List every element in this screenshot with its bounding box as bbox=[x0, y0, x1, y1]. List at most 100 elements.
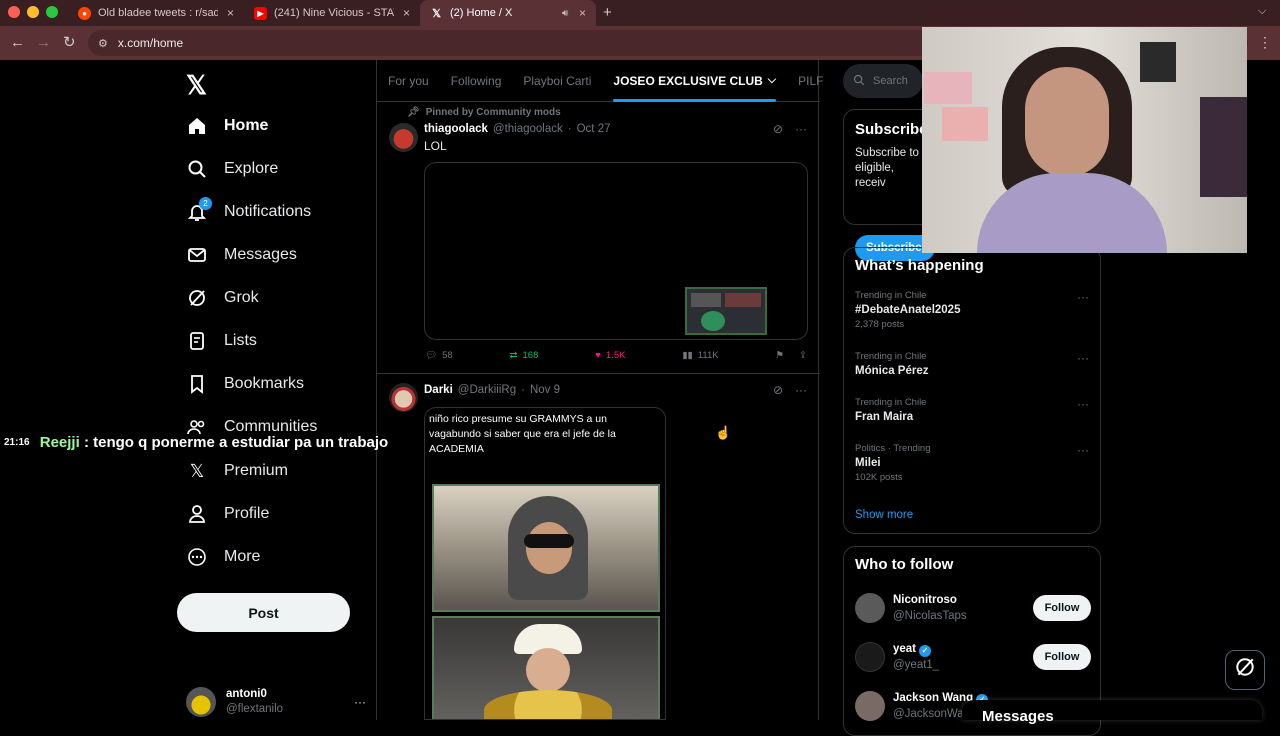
whats-happening-title: What’s happening bbox=[855, 257, 984, 274]
follow-button[interactable]: Follow bbox=[1033, 595, 1091, 621]
more-circle-icon bbox=[186, 546, 208, 568]
nav-label: Grok bbox=[224, 289, 259, 306]
account-switcher[interactable]: antoni0 @flextanilo ··· bbox=[186, 687, 366, 717]
trend-item[interactable]: Trending in Chile #DebateAnatel2025 2,37… bbox=[855, 290, 1091, 330]
nav-label: Home bbox=[224, 117, 269, 134]
more-icon[interactable]: ··· bbox=[795, 122, 807, 136]
post-button[interactable]: Post bbox=[177, 593, 350, 632]
nav-profile[interactable]: Profile bbox=[186, 503, 269, 525]
more-icon[interactable]: ··· bbox=[1077, 443, 1089, 457]
nav-messages[interactable]: Messages bbox=[186, 244, 297, 266]
grok-icon[interactable]: ⊘ bbox=[773, 383, 783, 397]
back-arrow-icon[interactable]: ← bbox=[10, 34, 25, 52]
webcam-overlay bbox=[922, 27, 1247, 253]
tab-pilf[interactable]: PILF bbox=[787, 60, 834, 101]
new-tab-button[interactable]: + bbox=[603, 4, 612, 21]
more-icon[interactable]: ··· bbox=[1077, 290, 1089, 304]
like-count: 1.5K bbox=[605, 350, 626, 361]
nav-bookmarks[interactable]: Bookmarks bbox=[186, 373, 304, 395]
grok-icon[interactable]: ⊘ bbox=[773, 122, 783, 136]
more-icon[interactable]: ··· bbox=[795, 383, 807, 397]
tab-joseo-exclusive-club[interactable]: JOSEO EXCLUSIVE CLUB ⌵ bbox=[602, 60, 787, 102]
nav-premium[interactable]: 𝕏 Premium bbox=[186, 460, 288, 482]
tweet-image[interactable]: niño rico presume su GRAMMYS a un vagabu… bbox=[424, 407, 666, 720]
show-more-link[interactable]: Show more bbox=[855, 509, 913, 521]
trend-item[interactable]: Politics · Trending Milei 102K posts ··· bbox=[855, 443, 1091, 483]
bookmark-icon bbox=[186, 373, 208, 395]
close-window-button[interactable] bbox=[8, 6, 20, 18]
search-icon bbox=[186, 158, 208, 180]
nav-home[interactable]: Home bbox=[186, 115, 268, 137]
forward-arrow-icon[interactable]: → bbox=[36, 34, 51, 52]
pin-icon: 📌︎ bbox=[407, 107, 420, 118]
tweet-video[interactable] bbox=[424, 162, 808, 340]
tweet-author-handle[interactable]: @DarkiiiRg bbox=[458, 384, 516, 396]
tab-title: (2) Home / X bbox=[450, 7, 513, 19]
follow-suggestion[interactable]: Niconitroso @NicolasTaps Follow bbox=[855, 592, 1091, 624]
more-icon[interactable]: ··· bbox=[1077, 397, 1089, 411]
reply-button[interactable]: 💬︎ 58 bbox=[425, 350, 453, 361]
nav-label: Premium bbox=[224, 462, 289, 479]
trend-title: Milei bbox=[855, 457, 881, 469]
avatar[interactable] bbox=[389, 383, 418, 412]
more-icon[interactable]: ··· bbox=[1077, 351, 1089, 365]
tweet-date[interactable]: Nov 9 bbox=[530, 384, 560, 396]
chat-timestamp: 21:16 bbox=[4, 437, 30, 448]
account-more-icon[interactable]: ··· bbox=[354, 695, 366, 709]
close-tab-icon[interactable]: × bbox=[403, 6, 410, 20]
close-tab-icon[interactable]: × bbox=[227, 6, 234, 20]
browser-tab-reddit[interactable]: ● Old bladee tweets : r/sadboy × bbox=[68, 0, 244, 26]
browser-menu-icon[interactable]: ⋮ bbox=[1258, 34, 1272, 51]
follow-suggestion[interactable]: yeat ✓ @yeat1_ Follow bbox=[855, 641, 1091, 673]
views-button[interactable]: ▮▮ 111K bbox=[682, 350, 718, 361]
browser-tab-youtube[interactable]: ▶ (241) Nine Vicious - STATEME × bbox=[244, 0, 420, 26]
trend-title: #DebateAnatel2025 bbox=[855, 304, 961, 316]
grok-fab-button[interactable] bbox=[1225, 650, 1265, 690]
maximize-window-button[interactable] bbox=[46, 6, 58, 18]
trend-item[interactable]: Trending in Chile Fran Maira ··· bbox=[855, 397, 1091, 423]
grok-icon bbox=[186, 287, 208, 309]
follow-button[interactable]: Follow bbox=[1033, 644, 1091, 670]
trend-count: 2,378 posts bbox=[855, 319, 905, 330]
nav-explore[interactable]: Explore bbox=[186, 158, 278, 180]
site-settings-icon[interactable]: ⚙ bbox=[98, 37, 108, 50]
retweet-button[interactable]: ⇄ 168 bbox=[510, 350, 539, 361]
suggestion-name: yeat bbox=[893, 643, 917, 655]
close-tab-icon[interactable]: × bbox=[579, 6, 586, 20]
browser-tab-bar: ● Old bladee tweets : r/sadboy × ▶ (241)… bbox=[0, 0, 1280, 26]
avatar[interactable] bbox=[389, 123, 418, 152]
bookmark-icon[interactable]: ⚑ bbox=[775, 350, 784, 361]
tab-following[interactable]: Following bbox=[440, 60, 513, 101]
tweet[interactable]: Darki @DarkiiiRg · Nov 9 ⊘ ··· niño rico… bbox=[377, 374, 820, 720]
tab-list-chevron-icon[interactable]: ⌵ bbox=[1258, 5, 1266, 18]
browser-tab-x-home[interactable]: 𝕏 (2) Home / X 🔊︎ × bbox=[420, 0, 596, 26]
nav-more[interactable]: More bbox=[186, 546, 260, 568]
dot-separator: · bbox=[521, 384, 525, 396]
trend-context: Trending in Chile bbox=[855, 397, 927, 408]
chevron-down-icon[interactable]: ⌵ bbox=[768, 74, 776, 87]
tweet-author-name[interactable]: thiagoolack bbox=[424, 123, 488, 135]
tab-playboi-carti[interactable]: Playboi Carti bbox=[512, 60, 602, 101]
search-placeholder: Search bbox=[873, 75, 908, 87]
nav-lists[interactable]: Lists bbox=[186, 330, 257, 352]
tab-for-you[interactable]: For you bbox=[377, 60, 440, 101]
tweet-author-handle[interactable]: @thiagoolack bbox=[493, 123, 563, 135]
messages-drawer[interactable]: Messages bbox=[962, 700, 1262, 725]
minimize-window-button[interactable] bbox=[27, 6, 39, 18]
reload-icon[interactable]: ↻ bbox=[63, 34, 76, 52]
like-button[interactable]: ♥ 1.5K bbox=[595, 350, 625, 361]
nav-notifications[interactable]: 2 Notifications bbox=[186, 197, 311, 223]
tweet-actions: 💬︎ 58 ⇄ 168 ♥ 1.5K ▮▮ 111K ⚑ ⇪ bbox=[425, 350, 807, 361]
x-logo-icon[interactable]: 𝕏 bbox=[186, 70, 207, 101]
main-timeline: For you Following Playboi Carti JOSEO EX… bbox=[376, 60, 823, 720]
tweet-date[interactable]: Oct 27 bbox=[577, 123, 611, 135]
trend-item[interactable]: Trending in Chile Mónica Pérez ··· bbox=[855, 351, 1091, 377]
search-input[interactable]: Search bbox=[843, 64, 923, 98]
nav-grok[interactable]: Grok bbox=[186, 287, 259, 309]
tweet-author-name[interactable]: Darki bbox=[424, 384, 453, 396]
speaker-icon[interactable]: 🔊︎ bbox=[562, 8, 568, 19]
notification-badge: 2 bbox=[199, 197, 212, 210]
tweet[interactable]: 📌︎ Pinned by Community mods thiagoolack … bbox=[377, 102, 820, 374]
chat-username: Reejji bbox=[39, 434, 80, 451]
share-icon[interactable]: ⇪ bbox=[799, 350, 807, 361]
